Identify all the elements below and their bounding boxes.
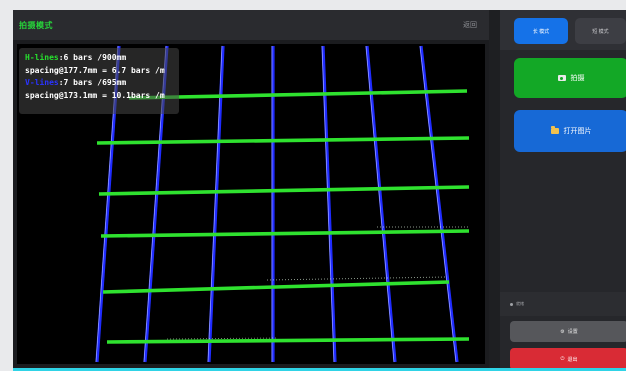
open-image-label: 打开图片 — [563, 128, 592, 135]
h-lines — [96, 89, 470, 344]
status-text: 就绪 — [516, 301, 524, 306]
camera-icon — [557, 75, 566, 81]
mode-switch: 长 模式 短 模式 — [500, 10, 626, 50]
v-lines-count: :7 bars /695mm — [58, 78, 127, 87]
h-line-6 — [106, 337, 470, 344]
exit-button[interactable]: ⏻ 退出 — [510, 348, 626, 368]
status-bar: 就绪 — [500, 292, 626, 316]
control-sidebar: 长 模式 短 模式 拍摄 打开图片 就绪 ⚙ 设置 ⏻ 退出 — [500, 10, 626, 368]
app-window: 拍摄模式 返回 H-lines:6 bars /900mm spacing@17… — [13, 10, 626, 368]
h-line-4 — [100, 229, 470, 238]
mode-tab-active[interactable]: 长 模式 — [514, 18, 568, 44]
capture-label: 拍摄 — [570, 75, 585, 82]
capture-button[interactable]: 拍摄 — [514, 58, 626, 98]
h-lines-key: H-lines — [25, 53, 59, 62]
h-line-3 — [98, 185, 470, 196]
h-lines-count: :6 bars /900mm — [58, 53, 127, 62]
mode-tab-idle[interactable]: 短 模式 — [575, 18, 626, 44]
settings-button[interactable]: ⚙ 设置 — [510, 321, 626, 342]
v-lines-row: V-lines:7 bars /695mm — [25, 77, 173, 90]
h-line-1 — [128, 89, 468, 100]
measurement-overlay: H-lines:6 bars /900mm spacing@177.7mm = … — [19, 48, 179, 114]
h-spacing: spacing@177.7mm = 6.7 bars /m — [25, 65, 165, 75]
h-lines-row: H-lines:6 bars /900mm — [25, 52, 173, 65]
exit-label: 退出 — [567, 356, 578, 363]
open-image-button[interactable]: 打开图片 — [514, 110, 626, 152]
settings-label: 设置 — [567, 329, 578, 335]
back-button[interactable]: 返回 — [463, 20, 477, 30]
v-line-3 — [207, 45, 225, 363]
v-lines-key: V-lines — [25, 78, 59, 87]
v-spacing: spacing@173.1mm = 10.1bars /m — [25, 90, 165, 100]
h-line-5 — [102, 280, 450, 294]
status-dot-icon — [510, 302, 513, 306]
h-line-2 — [96, 136, 470, 145]
camera-viewport[interactable]: H-lines:6 bars /900mm spacing@177.7mm = … — [17, 44, 485, 364]
power-icon: ⏻ — [560, 356, 565, 362]
gear-icon: ⚙ — [560, 328, 565, 335]
folder-icon — [550, 126, 559, 134]
mode-title: 拍摄模式 — [19, 20, 53, 30]
camera-panel: 拍摄模式 返回 H-lines:6 bars /900mm spacing@17… — [13, 10, 489, 368]
top-bar: 拍摄模式 返回 — [13, 10, 489, 40]
